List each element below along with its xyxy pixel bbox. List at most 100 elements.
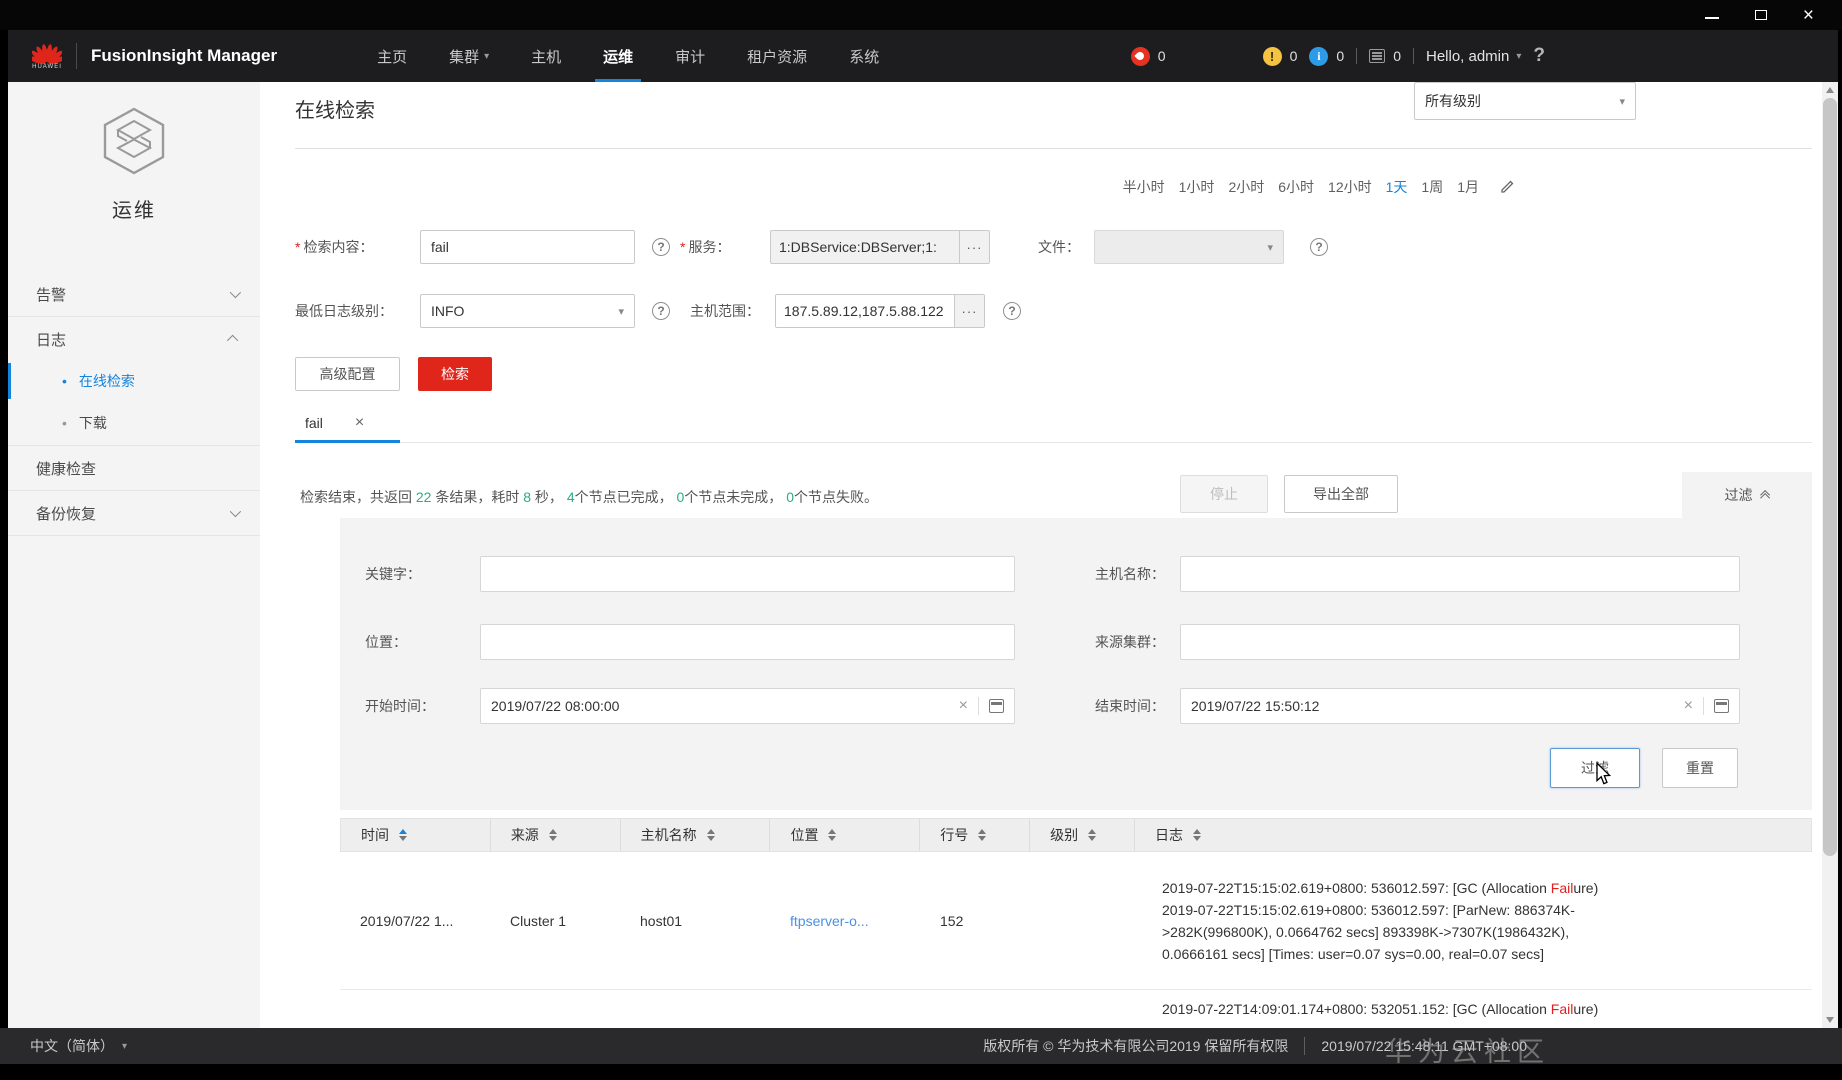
keyword-input[interactable] [480, 556, 1015, 592]
sort-icon[interactable] [548, 829, 557, 841]
result-tab[interactable]: fail × [305, 414, 364, 432]
app-title: FusionInsight Manager [91, 46, 278, 65]
major-alarm-count: 0 [1289, 48, 1298, 64]
advanced-config-button[interactable]: 高级配置 [295, 357, 400, 391]
nav-tenant[interactable]: 租户资源 [747, 46, 807, 67]
critical-alarm-indicator[interactable]: 0 [1130, 46, 1166, 66]
location-input[interactable] [480, 624, 1015, 660]
file-help-icon[interactable]: ? [1310, 238, 1328, 256]
time-range-half-hour[interactable]: 半小时 [1123, 177, 1165, 197]
service-more-button[interactable]: ··· [959, 231, 989, 263]
table-row[interactable]: 2019-07-22T14:09:01.174+0800: 532051.152… [340, 990, 1812, 1028]
nav-audit[interactable]: 审计 [675, 46, 705, 67]
clear-start-time-icon[interactable]: × [959, 697, 968, 715]
log-level-select[interactable]: INFO ▾ [420, 294, 635, 328]
vertical-scrollbar[interactable] [1822, 82, 1838, 1028]
nav-host[interactable]: 主机 [531, 46, 561, 67]
host-range-help-icon[interactable]: ? [1003, 302, 1021, 320]
calendar-icon[interactable] [1714, 699, 1729, 713]
scrollbar-thumb[interactable] [1823, 98, 1837, 856]
hostname-input[interactable] [1180, 556, 1740, 592]
time-range-1w[interactable]: 1周 [1421, 177, 1443, 197]
sidebar: 运维 告警 日志 • 在线检索 • 下载 健康检查 备份恢复 [8, 82, 260, 1028]
column-header-level[interactable]: 级别 [1030, 819, 1135, 851]
time-range-1h[interactable]: 1小时 [1179, 177, 1215, 197]
logo-divider [76, 43, 77, 69]
time-range-6h[interactable]: 6小时 [1278, 177, 1314, 197]
major-alarm-indicator[interactable]: ! 0 [1262, 46, 1298, 66]
close-icon[interactable]: × [1803, 6, 1814, 25]
search-content-input[interactable] [420, 230, 635, 264]
match-highlight: Fail [1550, 1001, 1574, 1017]
result-tab-label: fail [305, 415, 323, 431]
user-menu[interactable]: Hello, admin ▾ [1426, 48, 1521, 65]
apply-filter-button[interactable]: 过滤 [1550, 748, 1640, 788]
column-header-line-no[interactable]: 行号 [920, 819, 1031, 851]
top-nav-bar: HUAWEI FusionInsight Manager 主页 集群 ▾ 主机 运… [8, 30, 1838, 82]
service-select[interactable]: 1:DBService:DBServer;1: ··· [770, 230, 990, 264]
huawei-logo[interactable]: HUAWEI [32, 42, 62, 70]
sidebar-item-alarm[interactable]: 告警 [8, 273, 260, 315]
column-header-location[interactable]: 位置 [770, 819, 921, 851]
clear-end-time-icon[interactable]: × [1684, 697, 1693, 715]
system-datetime: 2019/07/22 15:48:11 GMT+08:00 [1321, 1038, 1527, 1054]
sidebar-item-online-search[interactable]: • 在线检索 [8, 360, 260, 402]
scroll-down-icon[interactable] [1822, 1012, 1838, 1028]
language-selector[interactable]: 中文（简体） ▾ [30, 1036, 127, 1056]
task-indicator[interactable]: 0 [1369, 48, 1401, 64]
column-header-log[interactable]: 日志 [1135, 819, 1811, 851]
level-filter-select[interactable]: 所有级别 ▾ [1414, 82, 1636, 120]
search-help-icon[interactable]: ? [652, 238, 670, 256]
filter-toggle[interactable]: 过滤 [1682, 472, 1812, 518]
host-range-field[interactable]: 187.5.89.12,187.5.88.122 ··· [775, 294, 985, 328]
sort-icon[interactable] [706, 829, 715, 841]
search-button[interactable]: 检索 [418, 357, 492, 391]
sidebar-item-health-check[interactable]: 健康检查 [8, 447, 260, 489]
time-range-1m[interactable]: 1月 [1457, 177, 1479, 197]
stop-button[interactable]: 停止 [1180, 475, 1268, 513]
maximize-icon[interactable] [1754, 10, 1767, 20]
scroll-up-icon[interactable] [1822, 82, 1838, 98]
nav-home[interactable]: 主页 [377, 46, 407, 67]
sort-icon[interactable] [828, 829, 837, 841]
sort-icon[interactable] [1088, 829, 1097, 841]
time-range-12h[interactable]: 12小时 [1328, 177, 1372, 197]
minor-alarm-icon: i [1309, 46, 1329, 66]
module-title: 运维 [112, 200, 156, 222]
end-time-input[interactable] [1191, 698, 1674, 714]
nav-om[interactable]: 运维 [595, 46, 642, 82]
cell-location-link[interactable]: ftpserver-o... [770, 913, 920, 929]
host-range-more-button[interactable]: ··· [954, 295, 984, 327]
minimize-icon[interactable] [1704, 17, 1719, 19]
file-select[interactable]: ▾ [1094, 230, 1284, 264]
reset-filter-button[interactable]: 重置 [1662, 748, 1738, 788]
chevron-down-icon: ▾ [1516, 50, 1522, 62]
column-header-time[interactable]: 时间 [341, 819, 491, 851]
sidebar-item-backup-restore[interactable]: 备份恢复 [8, 492, 260, 534]
log-level-help-icon[interactable]: ? [652, 302, 670, 320]
host-range-label: 主机范围： [690, 303, 760, 319]
logo-wordmark: HUAWEI [32, 64, 62, 70]
nav-cluster[interactable]: 集群 ▾ [449, 46, 489, 67]
column-header-source[interactable]: 来源 [491, 819, 621, 851]
time-range-1d[interactable]: 1天 [1386, 177, 1408, 197]
start-time-input[interactable] [491, 698, 949, 714]
table-row[interactable]: 2019/07/22 1... Cluster 1 host01 ftpserv… [340, 852, 1812, 990]
source-cluster-input[interactable] [1180, 624, 1740, 660]
minor-alarm-indicator[interactable]: i 0 [1309, 46, 1344, 66]
calendar-icon[interactable] [989, 699, 1004, 713]
help-icon[interactable]: ? [1533, 45, 1545, 67]
sort-icon[interactable] [978, 829, 987, 841]
close-tab-icon[interactable]: × [355, 414, 364, 432]
column-header-hostname[interactable]: 主机名称 [621, 819, 771, 851]
export-all-button[interactable]: 导出全部 [1284, 475, 1398, 513]
active-item-bar [8, 363, 11, 399]
nav-system[interactable]: 系统 [849, 46, 879, 67]
sidebar-item-log[interactable]: 日志 [8, 318, 260, 360]
sidebar-item-download[interactable]: • 下载 [8, 402, 260, 444]
edit-time-range-icon[interactable] [1499, 179, 1515, 195]
elapsed-seconds: 8 [523, 489, 532, 505]
sort-icon[interactable] [1193, 829, 1201, 841]
sort-icon[interactable] [399, 829, 407, 841]
time-range-2h[interactable]: 2小时 [1228, 177, 1264, 197]
